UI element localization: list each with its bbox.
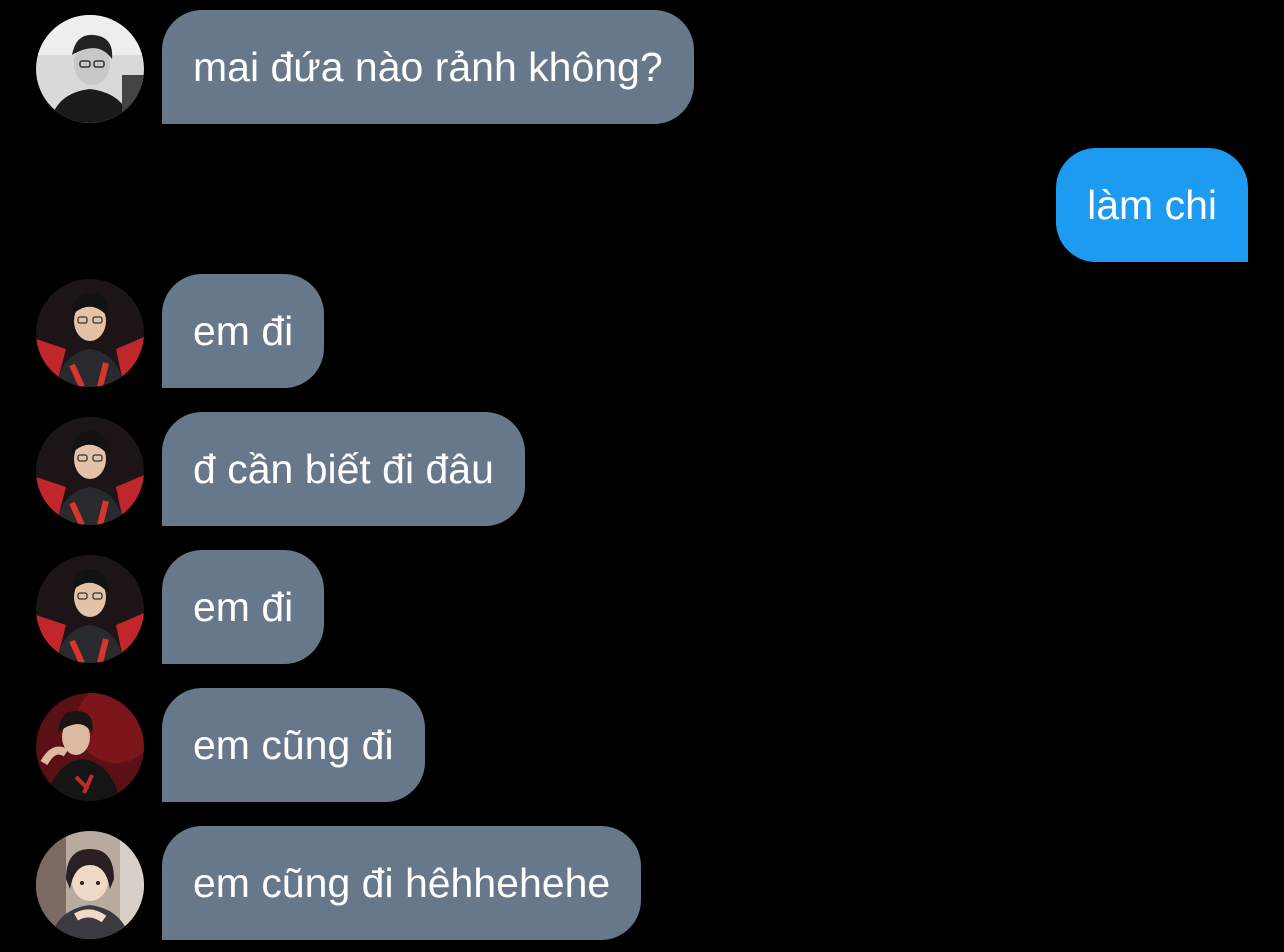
message-row: làm chi (0, 148, 1284, 262)
incoming-message-bubble[interactable]: em cũng đi hêhhehehe (162, 826, 642, 940)
avatar-user-2[interactable] (36, 279, 144, 387)
avatar-image (36, 417, 144, 525)
message-row: em đi (0, 550, 1284, 664)
avatar-image (36, 693, 144, 801)
incoming-message-bubble[interactable]: đ cần biết đi đâu (162, 412, 525, 526)
message-row: em đi (0, 274, 1284, 388)
incoming-message-bubble[interactable]: em cũng đi (162, 688, 425, 802)
avatar-user-3[interactable] (36, 693, 144, 801)
message-row: mai đứa nào rảnh không? (0, 10, 1284, 124)
message-row: đ cần biết đi đâu (0, 412, 1284, 526)
avatar-image (36, 831, 144, 939)
message-row: em cũng đi hêhhehehe (0, 826, 1284, 940)
incoming-message-bubble[interactable]: em đi (162, 274, 325, 388)
avatar-image (36, 555, 144, 663)
incoming-message-bubble[interactable]: em đi (162, 550, 325, 664)
avatar-user-4[interactable] (36, 831, 144, 939)
message-row: em cũng đi (0, 688, 1284, 802)
avatar-image (36, 15, 144, 123)
incoming-message-bubble[interactable]: mai đứa nào rảnh không? (162, 10, 694, 124)
avatar-image (36, 279, 144, 387)
avatar-user-2[interactable] (36, 417, 144, 525)
outgoing-message-bubble[interactable]: làm chi (1056, 148, 1248, 262)
avatar-user-2[interactable] (36, 555, 144, 663)
avatar-user-1[interactable] (36, 15, 144, 123)
